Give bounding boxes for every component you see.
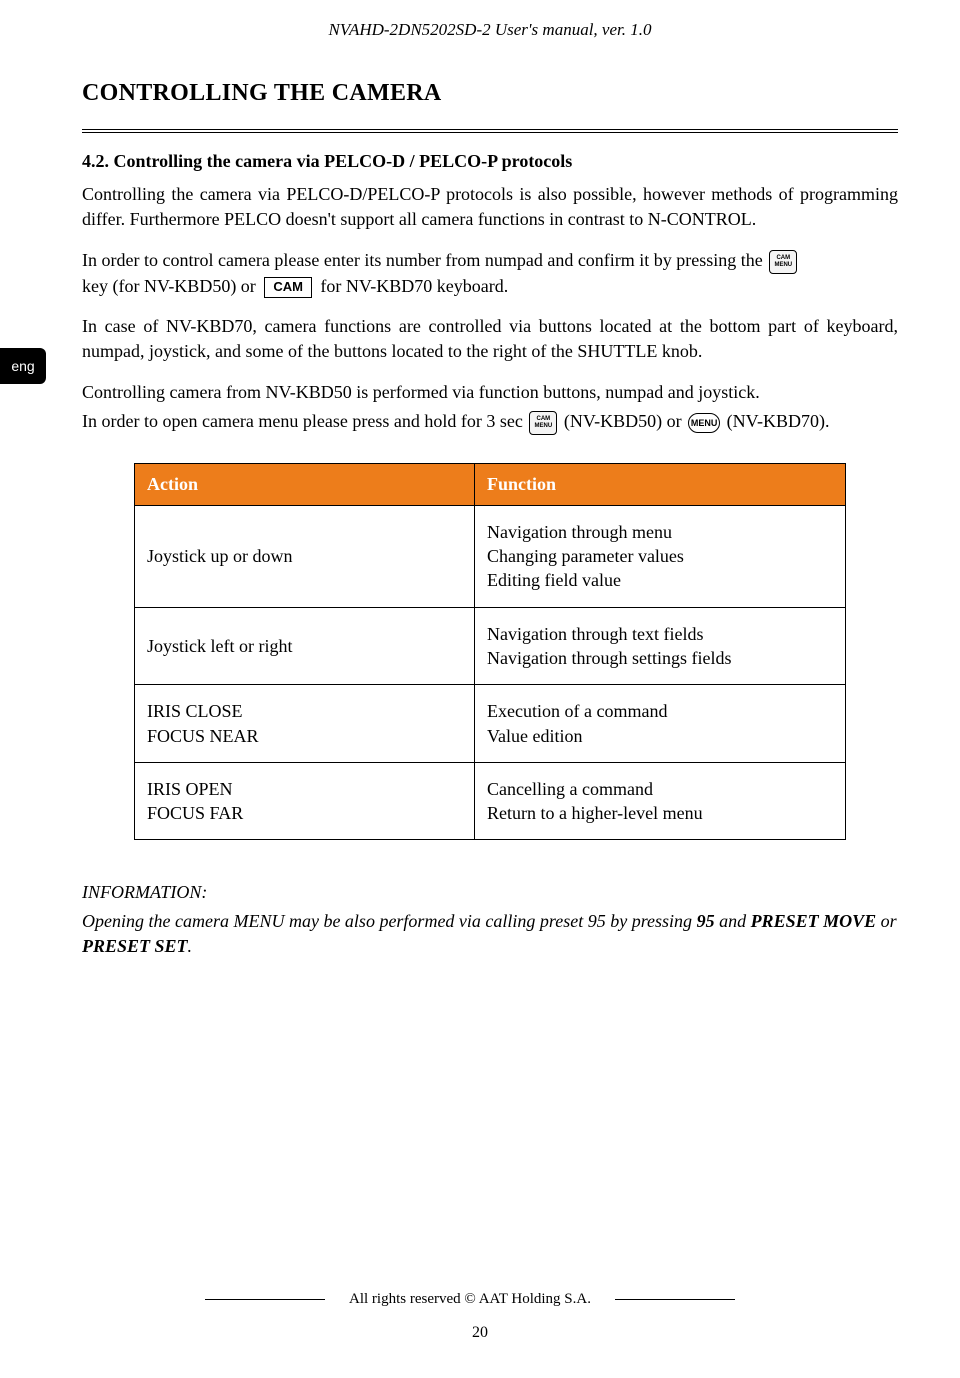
bold-text: PRESET SET <box>82 936 188 956</box>
cell-function: Cancelling a commandReturn to a higher-l… <box>475 762 846 840</box>
action-function-table: Action Function Joystick up or down Navi… <box>134 463 846 841</box>
table-row: Joystick up or down Navigation through m… <box>135 505 846 607</box>
paragraph-intro: Controlling the camera via PELCO-D/PELCO… <box>82 182 898 232</box>
table-header-row: Action Function <box>135 463 846 505</box>
text: key (for NV-KBD50) or <box>82 276 256 296</box>
cam-menu-key-icon: CAM MENU <box>529 411 557 435</box>
paragraph-enter-number: In order to control camera please enter … <box>82 248 898 299</box>
cell-function: Navigation through text fieldsNavigation… <box>475 607 846 685</box>
key-top-label: CAM <box>776 255 790 262</box>
key-top-label: CAM <box>537 416 551 423</box>
cell-action: Joystick left or right <box>135 607 475 685</box>
paragraph-open-menu: In order to open camera menu please pres… <box>82 409 898 435</box>
footer-rule-left <box>205 1299 325 1301</box>
text: or <box>876 911 897 931</box>
section-rule <box>82 129 898 133</box>
page-footer: All rights reserved © AAT Holding S.A. 2… <box>0 1291 960 1342</box>
footer-copyright: All rights reserved © AAT Holding S.A. <box>349 1291 591 1308</box>
table-row: IRIS CLOSEFOCUS NEAR Execution of a comm… <box>135 685 846 763</box>
text: . <box>188 936 193 956</box>
text: for NV-KBD70 keyboard. <box>320 276 508 296</box>
information-block: INFORMATION: Opening the camera MENU may… <box>82 880 898 958</box>
section-title: CONTROLLING THE CAMERA <box>82 80 898 107</box>
subsection-title: 4.2. Controlling the camera via PELCO-D … <box>82 151 898 172</box>
cell-action: IRIS OPENFOCUS FAR <box>135 762 475 840</box>
key-bot-label: MENU <box>535 423 553 430</box>
cell-function: Navigation through menuChanging paramete… <box>475 505 846 607</box>
page: NVAHD-2DN5202SD-2 User's manual, ver. 1.… <box>0 0 960 1378</box>
footer-line: All rights reserved © AAT Holding S.A. <box>0 1291 960 1308</box>
info-title: INFORMATION: <box>82 880 898 905</box>
text: and <box>715 911 751 931</box>
paragraph-kbd50: Controlling camera from NV-KBD50 is perf… <box>82 380 898 405</box>
paragraph-kbd70: In case of NV-KBD70, camera functions ar… <box>82 314 898 364</box>
text: Opening the camera MENU may be also perf… <box>82 911 697 931</box>
cell-action: IRIS CLOSEFOCUS NEAR <box>135 685 475 763</box>
info-body: Opening the camera MENU may be also perf… <box>82 909 898 959</box>
bold-text: PRESET MOVE <box>751 911 877 931</box>
th-action: Action <box>135 463 475 505</box>
th-function: Function <box>475 463 846 505</box>
page-number: 20 <box>0 1324 960 1342</box>
table-row: IRIS OPENFOCUS FAR Cancelling a commandR… <box>135 762 846 840</box>
cell-function: Execution of a commandValue edition <box>475 685 846 763</box>
cell-action: Joystick up or down <box>135 505 475 607</box>
text: In order to open camera menu please pres… <box>82 411 523 431</box>
cam-menu-key-icon: CAM MENU <box>769 250 797 274</box>
text: (NV-KBD50) or <box>564 411 682 431</box>
key-bot-label: MENU <box>774 262 792 269</box>
text: In order to control camera please enter … <box>82 250 763 270</box>
bold-text: 95 <box>697 911 715 931</box>
footer-rule-right <box>615 1299 735 1301</box>
table-row: Joystick left or right Navigation throug… <box>135 607 846 685</box>
running-head: NVAHD-2DN5202SD-2 User's manual, ver. 1.… <box>82 20 898 40</box>
language-tab: eng <box>0 348 46 384</box>
menu-round-key-icon: MENU <box>688 413 720 433</box>
cam-key-icon: CAM <box>264 277 312 298</box>
text: (NV-KBD70). <box>727 411 830 431</box>
